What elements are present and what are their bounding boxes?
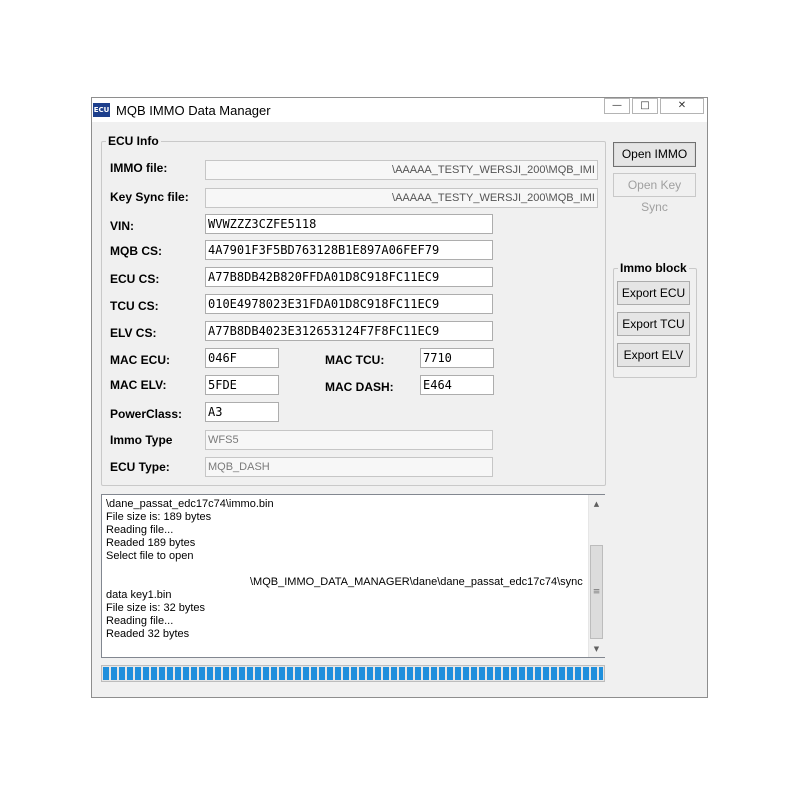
mac-elv-field[interactable]: 5FDE: [205, 375, 279, 395]
log-line: Reading file...: [106, 524, 174, 536]
power-class-field[interactable]: A3: [205, 402, 279, 422]
log-line: data key1.bin: [106, 589, 172, 601]
mqb-cs-label: MQB CS:: [110, 244, 162, 258]
immo-type-field[interactable]: WFS5: [205, 430, 493, 450]
vin-label: VIN:: [110, 219, 134, 233]
log-line: File size is: 32 bytes: [106, 602, 206, 614]
mac-tcu-label: MAC TCU:: [325, 353, 385, 367]
log-textarea[interactable]: \dane_passat_edc17c74\immo.bin File size…: [101, 494, 605, 658]
scroll-up-icon[interactable]: ▲: [589, 497, 604, 511]
mac-dash-field[interactable]: E464: [420, 375, 494, 395]
ecu-type-label: ECU Type:: [110, 460, 170, 474]
log-line: Reading file...: [106, 615, 174, 627]
ecu-cs-field[interactable]: A77B8DB42B820FFDA01D8C918FC11EC9: [205, 267, 493, 287]
mac-elv-label: MAC ELV:: [110, 378, 167, 392]
log-line: Readed 189 bytes: [106, 537, 196, 549]
mac-ecu-field[interactable]: 046F: [205, 348, 279, 368]
immo-type-label: Immo Type: [110, 433, 173, 447]
elv-cs-label: ELV CS:: [110, 326, 157, 340]
immo-file-field[interactable]: \AAAAA_TESTY_WERSJI_200\MQB_IMI: [205, 160, 598, 180]
mac-tcu-field[interactable]: 7710: [420, 348, 494, 368]
ecu-info-title: ECU Info: [106, 134, 161, 148]
mac-ecu-label: MAC ECU:: [110, 353, 170, 367]
export-ecu-button[interactable]: Export ECU: [617, 281, 690, 305]
open-immo-button[interactable]: Open IMMO: [613, 142, 696, 167]
progress-fill: [103, 667, 603, 680]
app-icon: ECU: [93, 103, 110, 117]
scroll-down-icon[interactable]: ▼: [589, 642, 604, 656]
immo-file-label: IMMO file:: [110, 161, 168, 175]
log-line: File size is: 189 bytes: [106, 511, 212, 523]
elv-cs-field[interactable]: A77B8DB4023E312653124F7F8FC11EC9: [205, 321, 493, 341]
tcu-cs-label: TCU CS:: [110, 299, 159, 313]
progress-bar: [101, 665, 605, 682]
scrollbar-grip-icon: ≡: [592, 587, 601, 597]
mac-dash-label: MAC DASH:: [325, 380, 394, 394]
close-button[interactable]: ✕: [660, 98, 704, 114]
maximize-button[interactable]: □: [632, 98, 658, 114]
export-tcu-button[interactable]: Export TCU: [617, 312, 690, 336]
log-line: Select file to open: [106, 550, 194, 562]
log-line: \MQB_IMMO_DATA_MANAGER\dane\dane_passat_…: [250, 576, 583, 588]
key-sync-file-label: Key Sync file:: [110, 190, 189, 204]
open-key-sync-button[interactable]: Open Key Sync: [613, 173, 696, 214]
mqb-cs-field[interactable]: 4A7901F3F5BD763128B1E897A06FEF79: [205, 240, 493, 260]
vin-field[interactable]: WVWZZZ3CZFE5118: [205, 214, 493, 234]
key-sync-file-field[interactable]: \AAAAA_TESTY_WERSJI_200\MQB_IMI: [205, 188, 598, 208]
ecu-cs-label: ECU CS:: [110, 272, 160, 286]
immo-block-title: Immo block: [618, 261, 689, 275]
minimize-button[interactable]: —: [604, 98, 630, 114]
power-class-label: PowerClass:: [110, 407, 183, 421]
log-line: \dane_passat_edc17c74\immo.bin: [106, 498, 274, 510]
tcu-cs-field[interactable]: 010E4978023E31FDA01D8C918FC11EC9: [205, 294, 493, 314]
ecu-type-field[interactable]: MQB_DASH: [205, 457, 493, 477]
export-elv-button[interactable]: Export ELV: [617, 343, 690, 367]
window-title: MQB IMMO Data Manager: [116, 103, 271, 118]
log-line: Readed 32 bytes: [106, 628, 190, 640]
